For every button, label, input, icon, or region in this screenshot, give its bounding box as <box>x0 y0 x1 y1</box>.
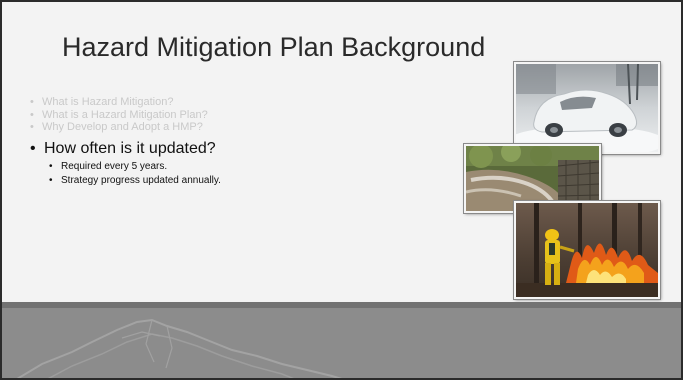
wildfire-firefighter-photo <box>514 201 660 299</box>
sub-bullet-item: • Required every 5 years. <box>49 160 470 174</box>
faded-bullet-item: • What is Hazard Mitigation? <box>30 96 470 109</box>
bullet-dot-icon: • <box>30 139 36 157</box>
snow-covered-car-photo <box>514 62 660 154</box>
current-bullet-item: • How often is it updated? <box>30 140 470 158</box>
bullet-dot-icon: • <box>30 121 34 133</box>
sub-bullet-list: • Required every 5 years. • Strategy progr… <box>30 160 470 188</box>
faded-bullet-text: What is a Hazard Mitigation Plan? <box>42 108 208 121</box>
bullet-dot-icon: • <box>30 96 34 108</box>
slide-title: Hazard Mitigation Plan Background <box>62 32 486 62</box>
bullet-dot-icon: • <box>30 108 34 121</box>
faded-bullet-item: • Why Develop and Adopt a HMP? <box>30 121 470 134</box>
faded-bullet-item: • What is a Hazard Mitigation Plan? <box>30 109 470 122</box>
bullet-dot-icon: • <box>49 160 53 172</box>
mountain-outline-icon <box>16 318 343 378</box>
bullet-list: • What is Hazard Mitigation? • What is a H… <box>30 96 470 188</box>
current-bullet-text: How often is it updated? <box>44 139 216 157</box>
bullet-dot-icon: • <box>49 174 53 186</box>
sub-bullet-item: • Strategy progress updated annually. <box>49 174 470 188</box>
presentation-slide: Hazard Mitigation Plan Background • What … <box>0 0 683 380</box>
sub-bullet-text: Required every 5 years. <box>61 160 168 172</box>
footer-band <box>2 302 681 378</box>
sub-bullet-text: Strategy progress updated annually. <box>61 174 221 186</box>
faded-bullet-text: What is Hazard Mitigation? <box>42 96 174 108</box>
faded-bullet-text: Why Develop and Adopt a HMP? <box>42 121 203 133</box>
